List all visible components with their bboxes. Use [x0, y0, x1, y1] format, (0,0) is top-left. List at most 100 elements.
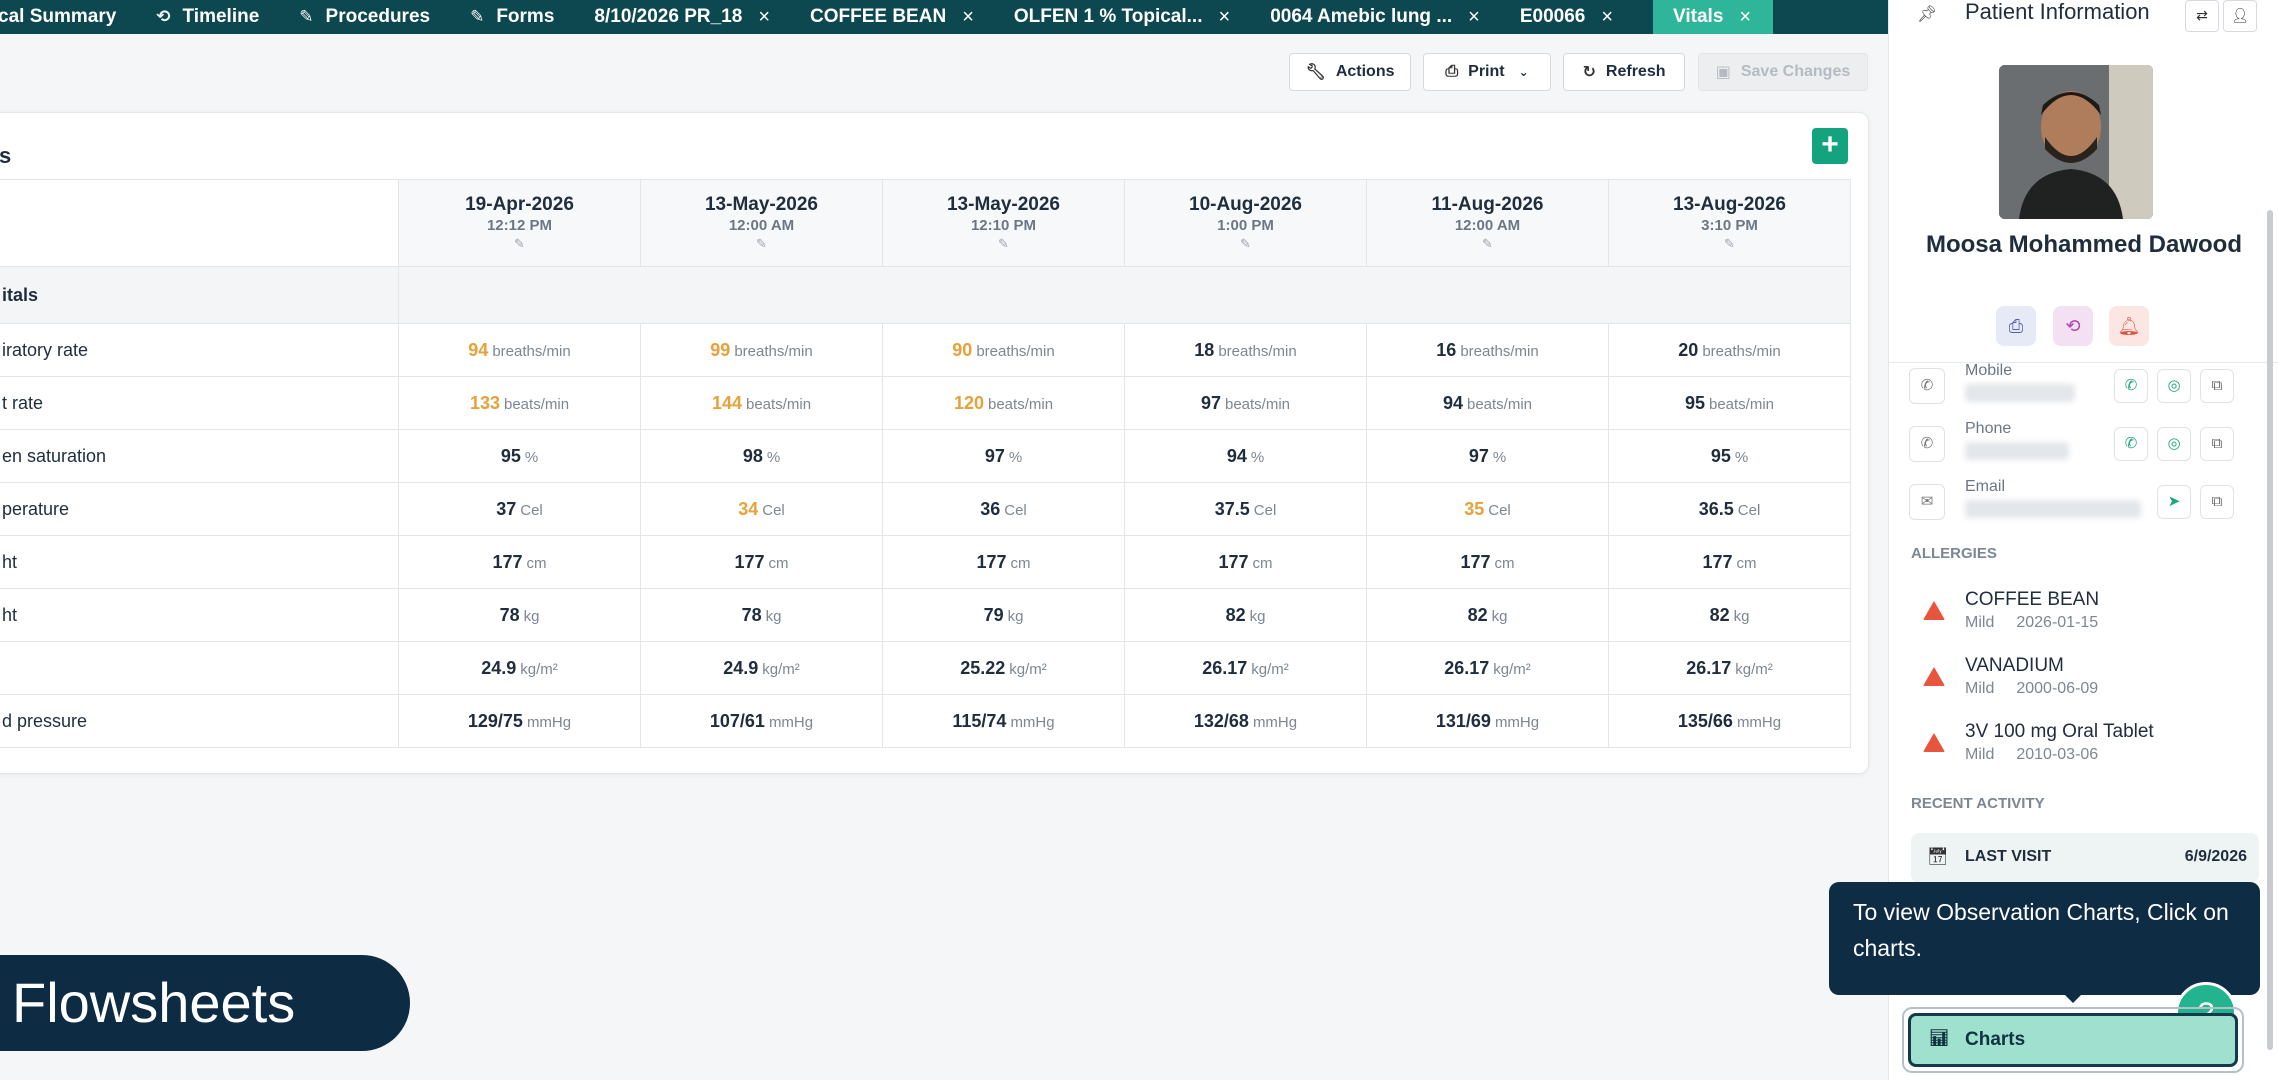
- vital-cell[interactable]: 35 Cel: [1366, 482, 1609, 536]
- vital-cell[interactable]: 177 cm: [1124, 535, 1367, 589]
- close-icon[interactable]: ×: [1468, 6, 1480, 29]
- close-icon[interactable]: ×: [1739, 6, 1751, 29]
- vital-cell[interactable]: 98%: [640, 429, 883, 483]
- print-patient-button[interactable]: ⎙: [1996, 306, 2036, 346]
- tab-clinical-summary[interactable]: cal Summary: [0, 0, 116, 34]
- vital-row: ht 78 kg 78 kg 79 kg 82 kg 82 kg 82 kg: [0, 588, 1851, 642]
- vital-cell[interactable]: 24.9 kg/m²: [640, 641, 883, 695]
- vital-cell[interactable]: 20 breaths/min: [1608, 323, 1851, 377]
- close-icon[interactable]: ×: [962, 6, 974, 29]
- wrench-icon: 🔧︎: [1305, 64, 1326, 81]
- vital-cell[interactable]: 177 cm: [640, 535, 883, 589]
- edit-icon[interactable]: ✎: [399, 236, 640, 252]
- tab-timeline[interactable]: ⟲ Timeline: [156, 0, 259, 34]
- edit-icon[interactable]: ✎: [1609, 236, 1850, 252]
- alert-button[interactable]: 🔔︎: [2109, 306, 2149, 346]
- vital-cell[interactable]: 36.5 Cel: [1608, 482, 1851, 536]
- vital-cell[interactable]: 177 cm: [1366, 535, 1609, 589]
- call-phone-button[interactable]: ✆: [2114, 427, 2148, 461]
- tab-forms[interactable]: ✎ Forms: [470, 0, 554, 34]
- allergy-name: COFFEE BEAN: [1965, 589, 2100, 610]
- print-button[interactable]: ⎙ Print ⌄: [1423, 53, 1551, 91]
- close-icon[interactable]: ×: [758, 6, 770, 29]
- actions-button[interactable]: 🔧︎ Actions: [1289, 53, 1411, 91]
- history-button[interactable]: ⟲: [2053, 306, 2093, 346]
- vital-cell[interactable]: 79 kg: [882, 588, 1125, 642]
- tab-coffee-bean[interactable]: COFFEE BEAN ×: [810, 0, 974, 34]
- panel-scrollbar[interactable]: [2267, 210, 2273, 1050]
- vital-cell[interactable]: 131/69 mmHg: [1366, 694, 1609, 748]
- tab-olfen[interactable]: OLFEN 1 % Topical... ×: [1014, 0, 1230, 34]
- whatsapp-phone-button[interactable]: ◎: [2157, 427, 2191, 461]
- vital-cell[interactable]: 37.5 Cel: [1124, 482, 1367, 536]
- charts-button[interactable]: 📊︎ Charts: [1908, 1013, 2238, 1067]
- edit-icon[interactable]: ✎: [641, 236, 882, 252]
- vital-cell[interactable]: 115/74 mmHg: [882, 694, 1125, 748]
- vital-cell[interactable]: 95%: [1608, 429, 1851, 483]
- whatsapp-mobile-button[interactable]: ◎: [2157, 369, 2191, 403]
- edit-icon[interactable]: ✎: [1367, 236, 1608, 252]
- edit-icon[interactable]: ✎: [883, 236, 1124, 252]
- vital-cell[interactable]: 97%: [1366, 429, 1609, 483]
- vital-cell[interactable]: 78 kg: [640, 588, 883, 642]
- swap-patient-button[interactable]: ⇄: [2185, 0, 2219, 32]
- send-email-button[interactable]: ➤: [2157, 485, 2191, 519]
- vital-cell[interactable]: 120 beats/min: [882, 376, 1125, 430]
- date: 13-May-2026: [704, 194, 819, 215]
- vital-unit: %: [1008, 448, 1023, 466]
- close-icon[interactable]: ×: [1219, 6, 1231, 29]
- call-mobile-button[interactable]: ✆: [2114, 369, 2148, 403]
- vital-cell[interactable]: 26.17 kg/m²: [1124, 641, 1367, 695]
- vital-cell[interactable]: 95%: [398, 429, 641, 483]
- vital-cell[interactable]: 26.17 kg/m²: [1608, 641, 1851, 695]
- edit-icon[interactable]: ✎: [1125, 236, 1366, 252]
- copy-mobile-button[interactable]: ⧉: [2200, 369, 2234, 403]
- close-icon[interactable]: ×: [1601, 6, 1613, 29]
- vital-cell[interactable]: 135/66 mmHg: [1608, 694, 1851, 748]
- last-visit-card[interactable]: 📅︎ LAST VISIT 6/9/2026: [1911, 833, 2259, 883]
- vital-cell[interactable]: 129/75 mmHg: [398, 694, 641, 748]
- last-visit-label: LAST VISIT: [1965, 848, 2052, 865]
- add-vitals-button[interactable]: +: [1812, 128, 1848, 164]
- copy-email-button[interactable]: ⧉: [2200, 485, 2234, 519]
- vital-cell[interactable]: 18 breaths/min: [1124, 323, 1367, 377]
- vital-cell[interactable]: 34 Cel: [640, 482, 883, 536]
- vital-cell[interactable]: 25.22 kg/m²: [882, 641, 1125, 695]
- vital-cell[interactable]: 82 kg: [1608, 588, 1851, 642]
- vital-cell[interactable]: 82 kg: [1124, 588, 1367, 642]
- vital-cell[interactable]: 94 breaths/min: [398, 323, 641, 377]
- vital-unit: breaths/min: [1702, 342, 1781, 360]
- vital-cell[interactable]: 177 cm: [1608, 535, 1851, 589]
- vital-cell[interactable]: 94 beats/min: [1366, 376, 1609, 430]
- pin-icon[interactable]: 📌︎: [1917, 4, 1937, 24]
- vital-cell[interactable]: 37 Cel: [398, 482, 641, 536]
- vital-cell[interactable]: 24.9 kg/m²: [398, 641, 641, 695]
- vital-unit: breaths/min: [492, 342, 571, 360]
- vital-cell[interactable]: 97 beats/min: [1124, 376, 1367, 430]
- vital-cell[interactable]: 132/68 mmHg: [1124, 694, 1367, 748]
- vital-cell[interactable]: 82 kg: [1366, 588, 1609, 642]
- vital-cell[interactable]: 90 breaths/min: [882, 323, 1125, 377]
- vital-cell[interactable]: 144 beats/min: [640, 376, 883, 430]
- vital-cell[interactable]: 94%: [1124, 429, 1367, 483]
- vital-cell[interactable]: 99 breaths/min: [640, 323, 883, 377]
- tab-vitals[interactable]: Vitals ×: [1653, 0, 1774, 34]
- copy-phone-button[interactable]: ⧉: [2200, 427, 2234, 461]
- tab-e00066[interactable]: E00066 ×: [1520, 0, 1613, 34]
- tab-pr18[interactable]: 8/10/2026 PR_18 ×: [594, 0, 770, 34]
- refresh-button[interactable]: ↻ Refresh: [1563, 53, 1685, 91]
- vital-cell[interactable]: 133 beats/min: [398, 376, 641, 430]
- vital-cell[interactable]: 177 cm: [398, 535, 641, 589]
- tab-amebic-lung[interactable]: 0064 Amebic lung ... ×: [1270, 0, 1480, 34]
- vital-cell[interactable]: 36 Cel: [882, 482, 1125, 536]
- vital-cell[interactable]: 97%: [882, 429, 1125, 483]
- tab-procedures[interactable]: ✎ Procedures: [299, 0, 430, 34]
- vital-cell[interactable]: 26.17 kg/m²: [1366, 641, 1609, 695]
- vital-cell[interactable]: 16 breaths/min: [1366, 323, 1609, 377]
- vital-cell[interactable]: 95 beats/min: [1608, 376, 1851, 430]
- vital-cell[interactable]: 107/61 mmHg: [640, 694, 883, 748]
- save-changes-button[interactable]: ▣ Save Changes: [1698, 53, 1868, 91]
- vital-cell[interactable]: 177 cm: [882, 535, 1125, 589]
- patient-search-button[interactable]: 👤︎: [2223, 0, 2257, 32]
- vital-cell[interactable]: 78 kg: [398, 588, 641, 642]
